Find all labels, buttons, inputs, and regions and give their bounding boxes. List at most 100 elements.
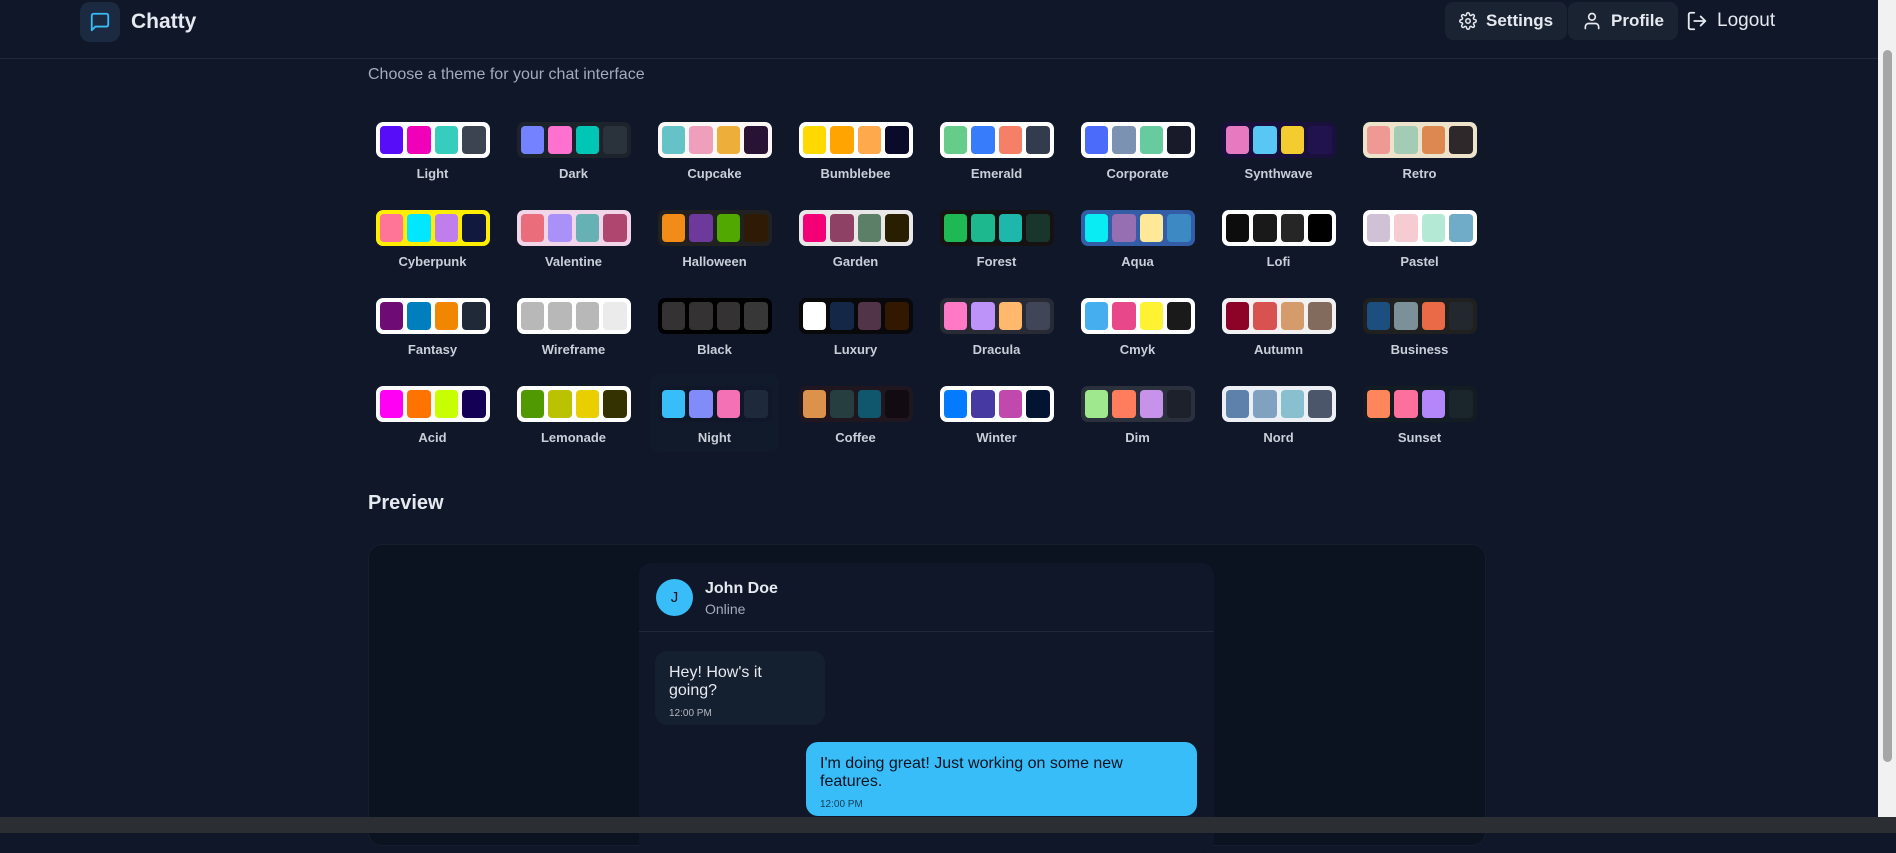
color-swatch: [971, 390, 995, 418]
theme-option-autumn[interactable]: Autumn: [1214, 286, 1343, 364]
theme-option-coffee[interactable]: Coffee: [791, 374, 920, 452]
color-swatch: [802, 214, 826, 242]
theme-option-sunset[interactable]: Sunset: [1355, 374, 1484, 452]
color-swatch: [407, 390, 431, 418]
color-swatch: [1449, 214, 1473, 242]
theme-option-lemonade[interactable]: Lemonade: [509, 374, 638, 452]
theme-option-acid[interactable]: Acid: [368, 374, 497, 452]
theme-swatch-preview: [798, 122, 913, 158]
color-swatch: [1421, 302, 1445, 330]
settings-button[interactable]: Settings: [1445, 2, 1568, 40]
color-swatch: [1084, 214, 1108, 242]
theme-option-luxury[interactable]: Luxury: [791, 286, 920, 364]
color-swatch: [1394, 126, 1418, 154]
theme-option-halloween[interactable]: Halloween: [650, 198, 779, 276]
horizontal-scrollbar[interactable]: [0, 817, 1896, 833]
theme-option-black[interactable]: Black: [650, 286, 779, 364]
vertical-scrollbar[interactable]: [1878, 0, 1896, 817]
color-swatch: [407, 126, 431, 154]
theme-option-dark[interactable]: Dark: [509, 110, 638, 188]
color-swatch: [1253, 214, 1277, 242]
profile-button[interactable]: Profile: [1568, 2, 1678, 40]
color-swatch: [1449, 302, 1473, 330]
app-name[interactable]: Chatty: [131, 10, 196, 34]
theme-option-business[interactable]: Business: [1355, 286, 1484, 364]
color-swatch: [379, 126, 403, 154]
theme-option-aqua[interactable]: Aqua: [1073, 198, 1202, 276]
color-swatch: [1026, 126, 1050, 154]
theme-option-bumblebee[interactable]: Bumblebee: [791, 110, 920, 188]
theme-option-cmyk[interactable]: Cmyk: [1073, 286, 1202, 364]
color-swatch: [998, 302, 1022, 330]
theme-option-forest[interactable]: Forest: [932, 198, 1061, 276]
theme-option-synthwave[interactable]: Synthwave: [1214, 110, 1343, 188]
color-swatch: [1167, 214, 1191, 242]
color-swatch: [857, 302, 881, 330]
color-swatch: [1225, 214, 1249, 242]
theme-name: Nord: [1263, 430, 1294, 445]
color-swatch: [943, 214, 967, 242]
theme-name: Retro: [1402, 166, 1437, 181]
theme-name: Halloween: [682, 254, 747, 269]
theme-option-pastel[interactable]: Pastel: [1355, 198, 1484, 276]
message-text: Hey! How's it going?: [669, 664, 762, 699]
theme-name: Corporate: [1106, 166, 1169, 181]
theme-option-dim[interactable]: Dim: [1073, 374, 1202, 452]
color-swatch: [885, 126, 909, 154]
color-swatch: [744, 126, 768, 154]
theme-option-cyberpunk[interactable]: Cyberpunk: [368, 198, 497, 276]
theme-option-fantasy[interactable]: Fantasy: [368, 286, 497, 364]
theme-swatch-preview: [516, 122, 631, 158]
theme-name: Forest: [976, 254, 1017, 269]
theme-grid: Light Dark Cupcake Bumblebee Emerald Corporat…: [368, 110, 1492, 452]
theme-option-retro[interactable]: Retro: [1355, 110, 1484, 188]
color-swatch: [943, 390, 967, 418]
color-swatch: [744, 302, 768, 330]
logo[interactable]: [80, 2, 120, 42]
profile-label: Profile: [1611, 11, 1664, 30]
color-swatch: [520, 302, 544, 330]
color-swatch: [548, 390, 572, 418]
theme-name: Lofi: [1266, 254, 1291, 269]
theme-option-cupcake[interactable]: Cupcake: [650, 110, 779, 188]
color-swatch: [1112, 214, 1136, 242]
theme-name: Bumblebee: [820, 166, 891, 181]
color-swatch: [830, 302, 854, 330]
theme-swatch-preview: [657, 122, 772, 158]
color-swatch: [661, 214, 685, 242]
theme-option-night[interactable]: Night: [650, 374, 779, 452]
color-swatch: [1394, 390, 1418, 418]
color-swatch: [971, 126, 995, 154]
theme-option-lofi[interactable]: Lofi: [1214, 198, 1343, 276]
message-time: 12:00 PM: [820, 799, 863, 810]
theme-option-corporate[interactable]: Corporate: [1073, 110, 1202, 188]
theme-option-valentine[interactable]: Valentine: [509, 198, 638, 276]
theme-swatch-preview: [1221, 298, 1336, 334]
theme-name: Light: [416, 166, 449, 181]
theme-option-winter[interactable]: Winter: [932, 374, 1061, 452]
color-swatch: [462, 214, 486, 242]
color-swatch: [1366, 126, 1390, 154]
color-swatch: [1026, 214, 1050, 242]
color-swatch: [1366, 214, 1390, 242]
theme-option-emerald[interactable]: Emerald: [932, 110, 1061, 188]
color-swatch: [1308, 302, 1332, 330]
theme-option-garden[interactable]: Garden: [791, 198, 920, 276]
theme-option-wireframe[interactable]: Wireframe: [509, 286, 638, 364]
theme-option-nord[interactable]: Nord: [1214, 374, 1343, 452]
scrollbar-thumb[interactable]: [1883, 50, 1892, 762]
chat-bubble-icon: [90, 12, 110, 32]
theme-name: Dark: [559, 166, 588, 181]
theme-name: Autumn: [1253, 342, 1304, 357]
chat-preview-window: J John Doe Online Hey! How's it going? 1…: [639, 563, 1214, 853]
color-swatch: [1139, 302, 1163, 330]
color-swatch: [575, 390, 599, 418]
theme-name: Cmyk: [1119, 342, 1156, 357]
theme-name: Coffee: [835, 430, 876, 445]
theme-option-light[interactable]: Light: [368, 110, 497, 188]
theme-option-dracula[interactable]: Dracula: [932, 286, 1061, 364]
theme-swatch-preview: [516, 210, 631, 246]
logout-button[interactable]: Logout: [1682, 2, 1779, 40]
color-swatch: [830, 390, 854, 418]
color-swatch: [802, 126, 826, 154]
